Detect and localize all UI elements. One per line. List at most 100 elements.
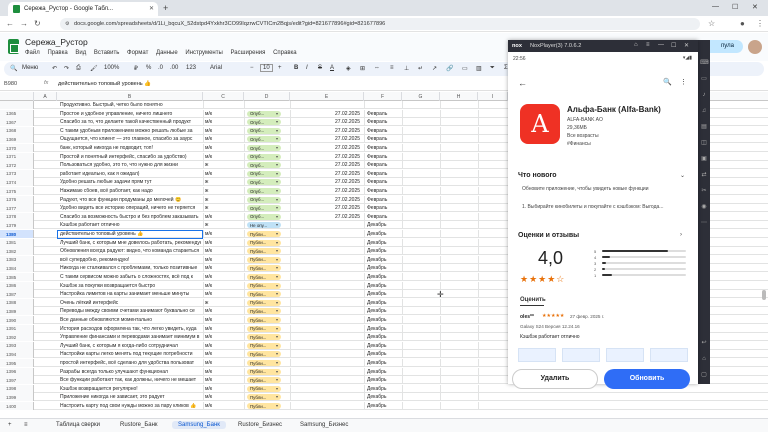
review-text-cell[interactable]: Разрабы всегда только улучшают функциона… xyxy=(60,369,201,375)
gender-cell[interactable]: м/к xyxy=(205,343,241,349)
column-header-b[interactable]: B xyxy=(57,92,203,101)
month-cell[interactable]: Декабрь xyxy=(367,308,387,314)
review-text-cell[interactable]: Пользоваться удобно, это то, что нужно д… xyxy=(60,162,201,168)
row-number[interactable]: 1392 xyxy=(0,333,34,342)
status-dropdown-chip[interactable]: Публи... xyxy=(247,368,281,375)
chevron-down-icon[interactable]: ⌄ xyxy=(680,172,685,179)
status-dropdown-chip[interactable]: Не опу... xyxy=(247,222,281,229)
more-formats-icon[interactable]: 123 xyxy=(186,65,196,71)
font-size-increase-icon[interactable]: + xyxy=(278,65,282,71)
review-text-cell[interactable]: простой интерфейс, всё сделано для удобс… xyxy=(60,360,201,366)
review-text-cell[interactable]: Приложение никогда не зависает, это раду… xyxy=(60,394,201,400)
android-home-icon[interactable]: ⌂ xyxy=(700,356,708,362)
gender-cell[interactable]: м/к xyxy=(205,317,241,323)
gender-cell[interactable]: м/к xyxy=(205,386,241,392)
status-dropdown-chip[interactable]: Публи... xyxy=(247,256,281,263)
gender-cell[interactable]: м/к xyxy=(205,119,241,125)
month-cell[interactable]: Февраль xyxy=(367,145,387,151)
bookmark-star-icon[interactable]: ☆ xyxy=(708,19,715,28)
row-number[interactable]: 1365 xyxy=(0,109,34,118)
gender-cell[interactable]: м/к xyxy=(205,145,241,151)
gender-cell[interactable]: ж xyxy=(205,222,241,228)
row-number[interactable]: 1389 xyxy=(0,307,34,316)
status-dropdown-chip[interactable]: Публи... xyxy=(247,342,281,349)
month-cell[interactable]: Декабрь xyxy=(367,351,387,357)
sheet-tab[interactable]: Rustore_Бизнес xyxy=(238,422,282,428)
font-select[interactable]: Arial xyxy=(210,65,222,71)
text-color-icon[interactable]: A xyxy=(330,65,334,71)
gender-cell[interactable]: ж xyxy=(205,188,241,194)
month-cell[interactable]: Февраль xyxy=(367,136,387,142)
status-dropdown-chip[interactable]: Опуб... xyxy=(247,110,281,117)
row-number[interactable]: 1395 xyxy=(0,359,34,367)
row-number[interactable]: 1386 xyxy=(0,281,34,290)
row-number[interactable]: 1390 xyxy=(0,316,34,324)
gender-cell[interactable]: м/к xyxy=(205,283,241,289)
month-cell[interactable]: Декабрь xyxy=(367,231,387,237)
nox-minimize-icon[interactable]: — xyxy=(658,42,664,48)
row-number[interactable]: 1397 xyxy=(0,376,34,385)
increase-decimal-icon[interactable]: .00 xyxy=(170,65,178,71)
month-cell[interactable]: Февраль xyxy=(367,119,387,125)
strikethrough-icon[interactable]: S xyxy=(318,65,322,71)
more-icon[interactable]: ⋯ xyxy=(700,220,708,226)
valign-icon[interactable]: ⊥ xyxy=(404,65,409,72)
sheets-logo-icon[interactable] xyxy=(8,39,19,54)
row-number[interactable]: 1388 xyxy=(0,298,34,307)
row-number[interactable]: 1380 xyxy=(0,230,34,238)
month-cell[interactable]: Декабрь xyxy=(367,257,387,263)
redo-icon[interactable]: ↷ xyxy=(64,65,69,72)
avatar[interactable] xyxy=(748,40,762,54)
all-sheets-button[interactable]: ≡ xyxy=(24,422,28,428)
currency-format-icon[interactable]: ₽ xyxy=(134,65,138,72)
status-dropdown-chip[interactable]: Опуб... xyxy=(247,179,281,186)
screenshot-thumb[interactable] xyxy=(518,348,556,362)
review-text-cell[interactable]: Простой и понятный интерфейс, спасибо за… xyxy=(60,154,201,160)
reload-icon[interactable]: ↻ xyxy=(34,19,41,28)
sheet-tab-active[interactable]: Samsung_Банк xyxy=(172,421,226,429)
status-dropdown-chip[interactable]: Публи... xyxy=(247,317,281,323)
month-cell[interactable]: Декабрь xyxy=(367,291,387,297)
review-text-cell[interactable]: Обновления всегда радуют: видно, что ком… xyxy=(60,248,201,254)
month-cell[interactable]: Декабрь xyxy=(367,283,387,289)
row-number[interactable]: 1370 xyxy=(0,144,34,152)
status-dropdown-chip[interactable]: Опуб... xyxy=(247,119,281,126)
folder-icon[interactable]: ▣ xyxy=(700,156,708,162)
rate-tab[interactable]: Оценить xyxy=(520,297,546,303)
month-cell[interactable]: Декабрь xyxy=(367,394,387,400)
row-number[interactable]: 1393 xyxy=(0,341,34,350)
row-number[interactable]: 1367 xyxy=(0,118,34,127)
delete-button[interactable]: Удалить xyxy=(512,369,598,389)
date-cell[interactable]: 27.02.2025 xyxy=(335,136,360,142)
nox-home-icon[interactable]: ⌂ xyxy=(634,42,638,48)
ratings-heading[interactable]: Оценки и отзывы xyxy=(518,232,579,239)
month-cell[interactable]: Декабрь xyxy=(367,274,387,280)
gender-cell[interactable]: ж xyxy=(205,205,241,211)
column-header-c[interactable]: C xyxy=(203,92,244,101)
date-cell[interactable]: 27.02.2025 xyxy=(335,214,360,220)
app-category[interactable]: #Финансы xyxy=(567,141,591,147)
undo-icon[interactable]: ↶ xyxy=(52,65,57,72)
status-dropdown-chip[interactable]: Публи... xyxy=(247,299,281,306)
status-dropdown-chip[interactable]: Опуб... xyxy=(247,205,281,212)
column-header-a[interactable]: A xyxy=(34,92,57,101)
menu-data[interactable]: Данные xyxy=(156,50,178,56)
review-text-cell[interactable]: Простое и удобное управление, ничего лиш… xyxy=(60,111,201,117)
volume-up-icon[interactable]: ♪ xyxy=(700,92,708,98)
date-cell[interactable]: 27.02.2025 xyxy=(335,188,360,194)
date-cell[interactable]: 27.02.2025 xyxy=(335,179,360,185)
row-number[interactable]: 1398 xyxy=(0,384,34,393)
zoom-select[interactable]: 100% xyxy=(104,65,119,71)
month-cell[interactable]: Декабрь xyxy=(367,403,387,409)
forward-icon[interactable]: → xyxy=(20,19,28,28)
back-arrow-icon[interactable]: ← xyxy=(518,78,527,88)
gender-cell[interactable]: м/к xyxy=(205,111,241,117)
location-icon[interactable]: ◉ xyxy=(700,204,708,210)
review-text-cell[interactable]: Настройки карты легко менять под текущие… xyxy=(60,351,201,357)
status-dropdown-chip[interactable]: Публи... xyxy=(247,231,281,237)
gender-cell[interactable]: ж xyxy=(205,197,241,203)
menu-edit[interactable]: Правка xyxy=(47,50,67,56)
column-header-d[interactable]: D xyxy=(244,92,290,101)
gender-cell[interactable]: м/к xyxy=(205,136,241,142)
whats-new-heading[interactable]: Что нового xyxy=(518,172,557,179)
